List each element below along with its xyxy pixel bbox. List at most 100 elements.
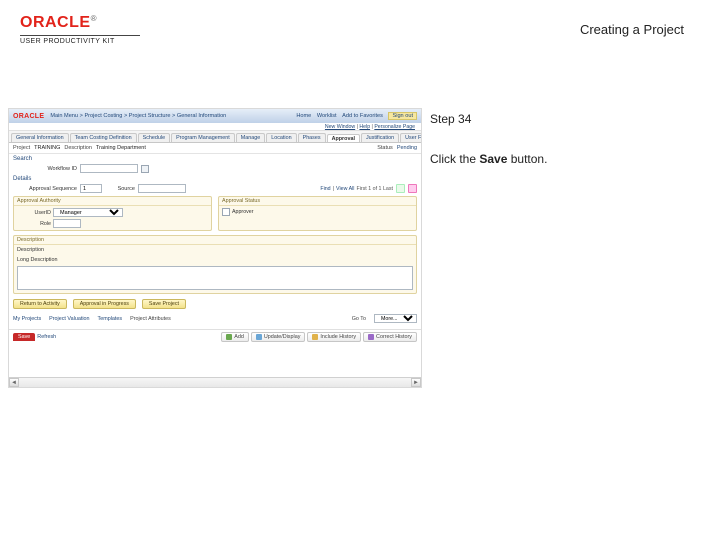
- pager-viewall[interactable]: View All: [336, 186, 354, 192]
- tab-approval[interactable]: Approval: [327, 134, 360, 143]
- crumb-1[interactable]: Project Costing: [84, 113, 122, 119]
- add-row-icon[interactable]: [396, 184, 405, 193]
- workflow-input[interactable]: [80, 164, 138, 173]
- app-topbar: ORACLE Main Menu > Project Costing > Pro…: [9, 109, 421, 123]
- my-projects-link[interactable]: My Projects: [13, 316, 41, 322]
- tab-user-fields[interactable]: User Fields: [400, 133, 421, 142]
- tab-justification[interactable]: Justification: [361, 133, 399, 142]
- app-subbar: New Window | Help | Personalize Page: [9, 123, 421, 131]
- add-button-label: Add: [234, 334, 244, 340]
- section-search: Search: [9, 154, 421, 163]
- save-project-button[interactable]: Save Project: [142, 299, 186, 309]
- include-history-button[interactable]: Include History: [307, 332, 361, 342]
- sum-project-value: TRAINING: [34, 145, 60, 151]
- page-title: Creating a Project: [580, 22, 684, 37]
- row-details: Approval Sequence Source Find | View All…: [9, 183, 421, 194]
- sum-project-label: Project: [13, 145, 30, 151]
- sum-desc-value: Training Department: [96, 145, 146, 151]
- summary-band: Project TRAINING Description Training De…: [9, 143, 421, 154]
- add-fav-link[interactable]: Add to Favorites: [342, 113, 383, 119]
- panels-row: Approval Authority UserID Manager Role A…: [9, 194, 421, 233]
- return-to-activity-button[interactable]: Return to Activity: [13, 299, 67, 309]
- crumb-2[interactable]: Project Structure: [129, 113, 171, 119]
- role-input[interactable]: [53, 219, 81, 228]
- oracle-logo-reg: ®: [91, 14, 97, 23]
- approval-in-progress-button[interactable]: Approval in Progress: [73, 299, 136, 309]
- section-details: Details: [9, 174, 421, 183]
- tab-schedule[interactable]: Schedule: [138, 133, 170, 142]
- crumb-3[interactable]: General Information: [177, 113, 226, 119]
- userid-select[interactable]: Manager: [53, 208, 123, 217]
- templates-link[interactable]: Templates: [98, 316, 123, 322]
- instr-before: Click the: [430, 152, 479, 166]
- panel-auth-title: Approval Authority: [14, 197, 211, 206]
- signout-link[interactable]: Sign out: [388, 112, 417, 120]
- panel-status-title: Approval Status: [219, 197, 416, 206]
- goto-label: Go To: [352, 316, 366, 322]
- plus-icon: [226, 334, 232, 340]
- add-button[interactable]: Add: [221, 332, 249, 342]
- header-rule: [20, 35, 140, 36]
- seq-input[interactable]: [80, 184, 102, 193]
- approver-checkbox[interactable]: [222, 208, 230, 216]
- upk-label: USER PRODUCTIVITY KIT: [20, 38, 140, 45]
- tab-location[interactable]: Location: [266, 133, 296, 142]
- long-description-textarea[interactable]: [17, 266, 413, 290]
- oracle-logo: ORACLE®: [20, 14, 140, 32]
- yellow-buttons: Return to Activity Approval in Progress …: [9, 296, 421, 312]
- panel-description: Description Description Long Description: [13, 235, 417, 294]
- tab-program-mgmt[interactable]: Program Management: [171, 133, 235, 142]
- workflow-label: Workflow ID: [13, 166, 77, 172]
- new-window-link[interactable]: New Window: [325, 124, 355, 130]
- horizontal-scrollbar[interactable]: ◄ ►: [9, 377, 421, 387]
- tab-team-costing[interactable]: Team Costing Definition: [70, 133, 137, 142]
- correct-history-label: Correct History: [376, 334, 412, 340]
- userid-label: UserID: [17, 210, 51, 216]
- crumb-s0: >: [80, 113, 83, 119]
- topbar-right: Home Worklist Add to Favorites Sign out: [292, 113, 417, 119]
- workflow-lookup-icon[interactable]: [141, 165, 149, 173]
- crumb-s2: >: [172, 113, 175, 119]
- tab-manage[interactable]: Manage: [236, 133, 265, 142]
- src-label: Source: [105, 186, 135, 192]
- correct-history-button[interactable]: Correct History: [363, 332, 417, 342]
- scroll-right-arrow-icon[interactable]: ►: [411, 378, 421, 387]
- include-history-label: Include History: [320, 334, 356, 340]
- include-history-icon: [312, 334, 318, 340]
- tab-row: General Information Team Costing Definit…: [9, 131, 421, 143]
- seq-label: Approval Sequence: [13, 186, 77, 192]
- correct-history-icon: [368, 334, 374, 340]
- crumb-0[interactable]: Main Menu: [50, 113, 78, 119]
- update-display-label: Update/Display: [264, 334, 301, 340]
- breadcrumb[interactable]: Main Menu > Project Costing > Project St…: [50, 113, 226, 119]
- oracle-logo-text: ORACLE: [20, 14, 91, 32]
- approver-label: Approver: [232, 209, 254, 215]
- scroll-left-arrow-icon[interactable]: ◄: [9, 378, 19, 387]
- src-input[interactable]: [138, 184, 186, 193]
- sum-status-label: Status: [377, 145, 393, 151]
- panel-approval-authority: Approval Authority UserID Manager Role: [13, 196, 212, 231]
- help-link[interactable]: Help: [359, 124, 370, 130]
- worklist-link[interactable]: Worklist: [317, 113, 337, 119]
- update-display-icon: [256, 334, 262, 340]
- project-valuation-link[interactable]: Project Valuation: [49, 316, 89, 322]
- pager-find[interactable]: Find: [320, 186, 330, 192]
- sum-status-value: Pending: [397, 145, 417, 151]
- tab-phases[interactable]: Phases: [298, 133, 326, 142]
- row-workflow: Workflow ID: [9, 163, 421, 174]
- instruction-panel: Step 34 Click the Save button.: [430, 110, 690, 168]
- home-link[interactable]: Home: [296, 113, 311, 119]
- pager: Find | View All First 1 of 1 Last: [320, 186, 393, 192]
- personalize-link[interactable]: Personalize Page: [374, 124, 415, 130]
- role-label: Role: [17, 221, 51, 227]
- step-label: Step 34: [430, 110, 690, 128]
- delete-row-icon[interactable]: [408, 184, 417, 193]
- update-display-button[interactable]: Update/Display: [251, 332, 306, 342]
- goto-select[interactable]: More...: [374, 314, 417, 323]
- refresh-link[interactable]: Refresh: [37, 334, 56, 340]
- save-button[interactable]: Save: [13, 333, 35, 341]
- desc-row2: Long Description: [14, 255, 416, 265]
- tab-general-information[interactable]: General Information: [11, 133, 69, 142]
- instr-after: button.: [507, 152, 547, 166]
- pager-range: First 1 of 1 Last: [356, 186, 393, 192]
